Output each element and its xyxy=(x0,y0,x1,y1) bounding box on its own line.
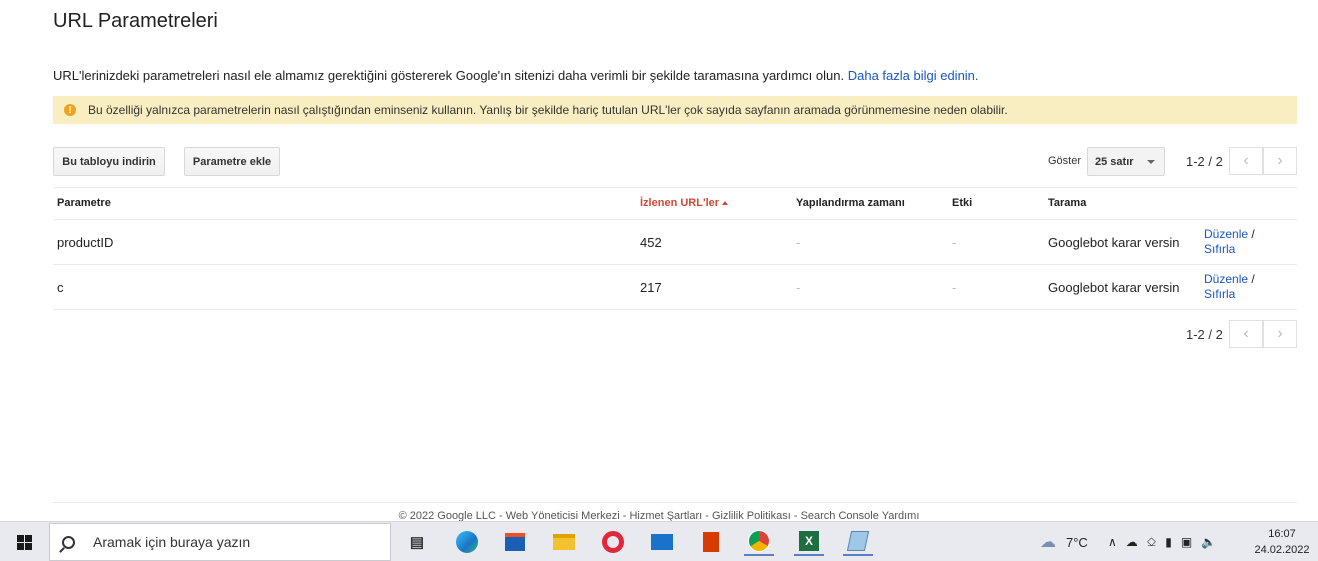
header-monitored-urls-label: İzlenen URL'ler xyxy=(640,197,720,209)
pager-count-top: 1-2 / 2 xyxy=(1186,154,1223,169)
store-icon[interactable] xyxy=(500,528,530,556)
taskbar: Aramak için buraya yazın ▤ X ☁ 7°C ∧ ☁ ⎐… xyxy=(0,521,1318,561)
chevron-left-icon: ‹ xyxy=(1243,152,1249,169)
header-configured[interactable]: Yapılandırma zamanı xyxy=(796,197,905,209)
usb-icon[interactable]: ⎐ xyxy=(1147,535,1156,550)
header-crawl[interactable]: Tarama xyxy=(1048,197,1086,209)
footer-divider xyxy=(53,502,1297,503)
row-1-edit-link[interactable]: Düzenle xyxy=(1204,227,1248,241)
header-monitored-urls[interactable]: İzlenen URL'ler xyxy=(640,197,729,209)
chevron-up-icon[interactable]: ∧ xyxy=(1108,535,1117,549)
row-2-effect: - xyxy=(952,280,957,295)
row-1-parameter: productID xyxy=(57,235,114,250)
row-2-parameter: c xyxy=(57,280,64,295)
chevron-right-icon: › xyxy=(1277,152,1283,169)
row-1-monitored-urls: 452 xyxy=(640,235,662,250)
download-table-button[interactable]: Bu tabloyu indirin xyxy=(53,147,165,176)
table-top-divider xyxy=(53,187,1297,188)
weather-widget[interactable]: ☁ 7°C xyxy=(1040,522,1088,561)
windows-icon xyxy=(16,534,32,550)
taskbar-search-placeholder: Aramak için buraya yazın xyxy=(93,534,251,550)
intro-sentence: URL'lerinizdeki parametreleri nasıl ele … xyxy=(53,68,845,83)
edge-icon[interactable] xyxy=(452,528,482,556)
system-tray: ∧ ☁ ⎐ ▮ ▣ 🔈 xyxy=(1108,522,1216,561)
warning-icon: ! xyxy=(64,104,76,116)
notepad-icon[interactable] xyxy=(843,528,873,556)
chevron-right-icon: › xyxy=(1277,325,1283,342)
clock-date: 24.02.2022 xyxy=(1254,544,1310,556)
office-icon[interactable] xyxy=(696,528,726,556)
row-1-reset-link[interactable]: Sıfırla xyxy=(1204,242,1235,256)
table-bottom-divider xyxy=(53,309,1297,310)
taskbar-search-box[interactable]: Aramak için buraya yazın xyxy=(49,523,391,561)
chevron-down-icon xyxy=(1147,160,1155,164)
warning-banner: ! Bu özelliği yalnızca parametrelerin na… xyxy=(53,96,1297,124)
row-2-crawl: Googlebot karar versin xyxy=(1048,280,1180,295)
battery-icon[interactable]: ▮ xyxy=(1165,535,1172,549)
row-divider xyxy=(53,264,1297,265)
header-parameter[interactable]: Parametre xyxy=(57,197,111,209)
rows-per-page-select[interactable]: 25 satır xyxy=(1087,147,1165,176)
learn-more-link[interactable]: Daha fazla bilgi edinin. xyxy=(848,68,979,83)
row-2-actions: Düzenle / Sıfırla xyxy=(1204,272,1255,302)
next-page-button-top[interactable]: › xyxy=(1263,147,1297,175)
rows-per-page-value: 25 satır xyxy=(1095,155,1134,168)
search-icon xyxy=(62,535,75,549)
network-icon[interactable]: ▣ xyxy=(1181,535,1192,549)
weather-icon: ☁ xyxy=(1040,534,1056,551)
row-2-action-separator: / xyxy=(1251,272,1255,286)
row-2-configured: - xyxy=(796,280,801,295)
start-button[interactable] xyxy=(0,522,48,561)
row-2-edit-link[interactable]: Düzenle xyxy=(1204,272,1248,286)
volume-icon[interactable]: 🔈 xyxy=(1201,535,1216,549)
row-1-action-separator: / xyxy=(1251,227,1255,241)
chevron-left-icon: ‹ xyxy=(1243,325,1249,342)
page-title: URL Parametreleri xyxy=(53,10,218,32)
row-2-reset-link[interactable]: Sıfırla xyxy=(1204,287,1235,301)
row-1-effect: - xyxy=(952,235,957,250)
show-label: Göster xyxy=(1048,155,1082,167)
temperature: 7°C xyxy=(1066,534,1088,550)
clock[interactable]: 16:07 24.02.2022 xyxy=(1252,526,1312,558)
row-1-configured: - xyxy=(796,235,801,250)
prev-page-button-bottom[interactable]: ‹ xyxy=(1229,320,1263,348)
onedrive-icon[interactable]: ☁ xyxy=(1126,535,1138,549)
header-effect[interactable]: Etki xyxy=(952,197,972,209)
pager-count-bottom: 1-2 / 2 xyxy=(1186,327,1223,342)
opera-icon[interactable] xyxy=(598,528,628,556)
intro-text: URL'lerinizdeki parametreleri nasıl ele … xyxy=(53,68,979,83)
chrome-icon[interactable] xyxy=(744,528,774,556)
mail-icon[interactable] xyxy=(647,528,677,556)
excel-icon[interactable]: X xyxy=(794,528,824,556)
row-1-actions: Düzenle / Sıfırla xyxy=(1204,227,1255,257)
prev-page-button-top[interactable]: ‹ xyxy=(1229,147,1263,175)
sort-ascending-icon xyxy=(722,201,729,206)
warning-text: Bu özelliği yalnızca parametrelerin nası… xyxy=(88,103,1008,117)
clock-time: 16:07 xyxy=(1268,528,1296,540)
add-parameter-button[interactable]: Parametre ekle xyxy=(184,147,280,176)
file-explorer-icon[interactable] xyxy=(549,528,579,556)
header-divider xyxy=(53,219,1297,220)
row-2-monitored-urls: 217 xyxy=(640,280,662,295)
next-page-button-bottom[interactable]: › xyxy=(1263,320,1297,348)
task-view-icon[interactable]: ▤ xyxy=(402,528,432,556)
row-1-crawl: Googlebot karar versin xyxy=(1048,235,1180,250)
